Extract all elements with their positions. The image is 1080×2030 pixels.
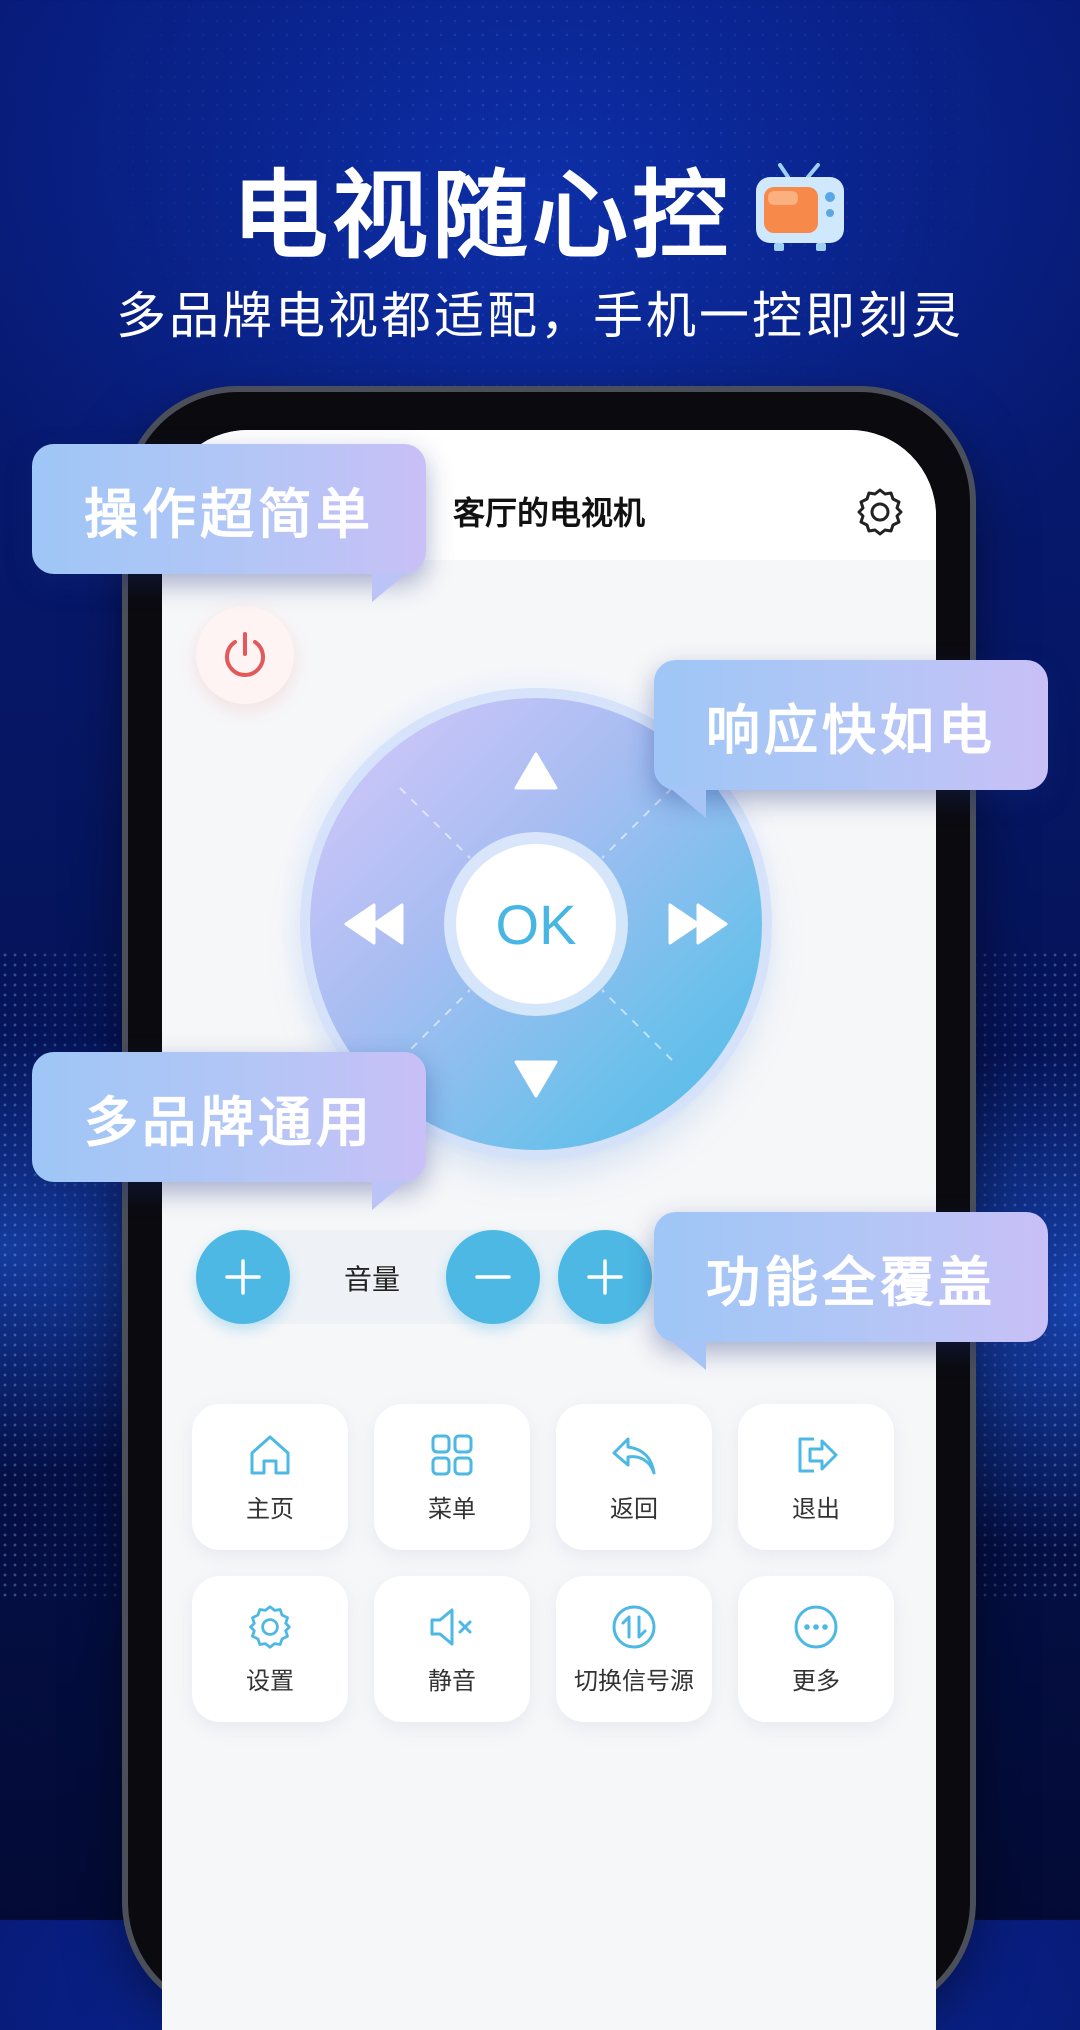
rewind-icon bbox=[344, 903, 404, 945]
menu-grid-icon bbox=[431, 1434, 473, 1475]
mute-icon bbox=[430, 1608, 472, 1645]
subtitle: 多品牌电视都适配，手机一控即刻灵 bbox=[116, 287, 964, 345]
switch-source-button[interactable]: 切换信号源 bbox=[556, 1576, 712, 1722]
more-icon bbox=[794, 1605, 838, 1648]
gear-icon bbox=[249, 1604, 291, 1649]
menu-button[interactable]: 菜单 bbox=[374, 1404, 530, 1550]
volume-up-button[interactable] bbox=[196, 1230, 290, 1324]
exit-icon bbox=[798, 1437, 838, 1472]
power-icon bbox=[225, 632, 265, 677]
home-icon bbox=[250, 1435, 290, 1474]
dpad-down-button[interactable] bbox=[506, 1054, 566, 1104]
fast-forward-icon bbox=[668, 903, 728, 945]
arrow-up-icon bbox=[514, 752, 558, 790]
callout-fast: 响应快如电 bbox=[654, 660, 1048, 818]
callout-tail bbox=[372, 1180, 408, 1210]
headline-text: 电视随心控 bbox=[232, 160, 732, 272]
settings-button[interactable]: 设置 bbox=[192, 1576, 348, 1722]
exit-button[interactable]: 退出 bbox=[738, 1404, 894, 1550]
callout-tail bbox=[670, 788, 706, 818]
callout-tail bbox=[670, 1340, 706, 1370]
phone-mockup: 客厅的电视机 OK 音量 主页 菜单 返回 退出 设置 静音 切换信号源 更多 bbox=[128, 392, 970, 2030]
dpad-up-button[interactable] bbox=[506, 746, 566, 796]
ok-button[interactable]: OK bbox=[456, 844, 616, 1004]
callout-universal: 多品牌通用 bbox=[32, 1052, 426, 1210]
tile-label: 主页 bbox=[246, 1494, 294, 1523]
callout-text: 操作超简单 bbox=[84, 482, 374, 546]
arrow-down-icon bbox=[514, 1060, 558, 1098]
tv-icon bbox=[752, 162, 848, 253]
callout-tail bbox=[372, 572, 408, 602]
callout-text: 功能全覆盖 bbox=[706, 1250, 996, 1314]
callout-text: 响应快如电 bbox=[706, 698, 996, 762]
tile-label: 退出 bbox=[792, 1494, 840, 1523]
back-button[interactable]: 返回 bbox=[556, 1404, 712, 1550]
callout-easy: 操作超简单 bbox=[32, 444, 426, 602]
function-grid: 主页 菜单 返回 退出 设置 静音 切换信号源 更多 bbox=[192, 1404, 912, 1722]
tile-label: 菜单 bbox=[428, 1494, 476, 1523]
tile-label: 返回 bbox=[610, 1494, 658, 1523]
callout-text: 多品牌通用 bbox=[84, 1090, 374, 1154]
home-button[interactable]: 主页 bbox=[192, 1404, 348, 1550]
plus-icon bbox=[587, 1259, 623, 1295]
mute-button[interactable]: 静音 bbox=[374, 1576, 530, 1722]
settings-gear-icon[interactable] bbox=[854, 486, 906, 538]
headline: 电视随心控 bbox=[0, 138, 1080, 277]
more-button[interactable]: 更多 bbox=[738, 1576, 894, 1722]
switch-source-icon bbox=[612, 1605, 656, 1648]
callout-full-features: 功能全覆盖 bbox=[654, 1212, 1048, 1370]
dpad-right-button[interactable] bbox=[662, 898, 732, 950]
tile-label: 静音 bbox=[428, 1666, 476, 1695]
volume-down-button[interactable] bbox=[446, 1230, 540, 1324]
minus-icon bbox=[475, 1275, 511, 1279]
dpad-left-button[interactable] bbox=[340, 898, 410, 950]
volume-label: 音量 bbox=[343, 1263, 400, 1296]
tile-label: 更多 bbox=[792, 1666, 840, 1695]
channel-up-button[interactable] bbox=[558, 1230, 652, 1324]
tile-label: 切换信号源 bbox=[574, 1666, 694, 1695]
tile-label: 设置 bbox=[246, 1666, 294, 1695]
power-button[interactable] bbox=[196, 606, 294, 704]
back-icon bbox=[612, 1437, 656, 1474]
plus-icon bbox=[225, 1259, 261, 1295]
